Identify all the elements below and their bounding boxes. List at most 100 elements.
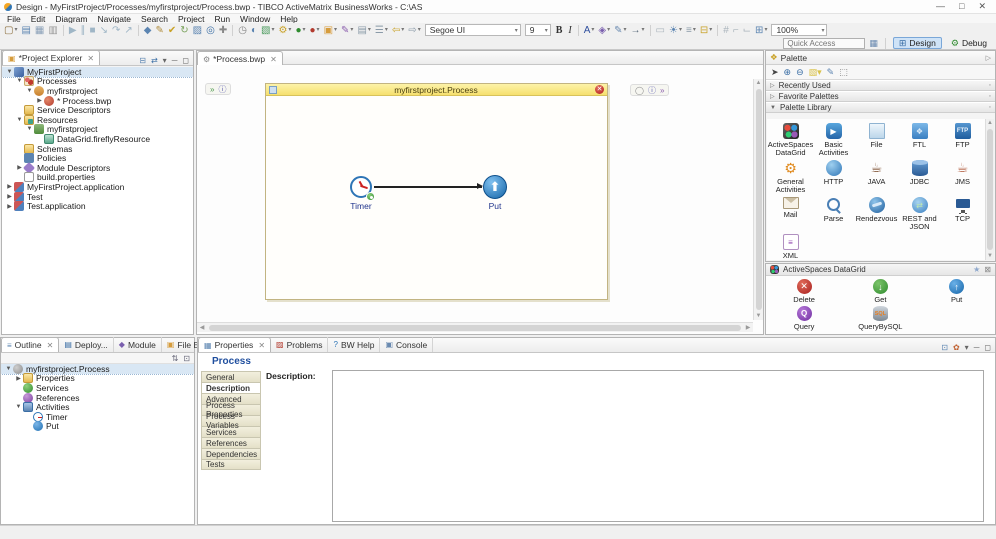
explorer-item-10[interactable]: ▶Module Descriptors bbox=[2, 163, 193, 173]
palette-item-rest[interactable]: ⇄REST and JSON bbox=[898, 197, 941, 231]
hscroll-thumb[interactable] bbox=[209, 325, 741, 331]
outline-tab-module[interactable]: ◆Module bbox=[114, 337, 162, 352]
properties-nav-references[interactable]: References bbox=[201, 437, 261, 448]
menu-edit[interactable]: Edit bbox=[26, 14, 51, 24]
view-menu-icon[interactable]: ▾ bbox=[965, 343, 969, 352]
explorer-item-8[interactable]: Schemas bbox=[2, 144, 193, 154]
menu-window[interactable]: Window bbox=[235, 14, 275, 24]
web-service-icon[interactable]: ◐ bbox=[249, 24, 259, 37]
shared-modules-icon[interactable]: ✚ bbox=[217, 24, 229, 37]
section-pin-icon[interactable]: ◦ bbox=[989, 82, 991, 89]
process-close-icon[interactable]: ✕ bbox=[595, 85, 604, 94]
circle-tool-icon[interactable]: ◯ bbox=[635, 86, 644, 95]
explorer-item-12[interactable]: ▶MyFirstProject.application bbox=[2, 182, 193, 192]
copy-appearance-icon[interactable]: ▭ bbox=[654, 24, 667, 37]
palette-scrollbar[interactable]: ▲ ▼ bbox=[985, 119, 994, 260]
tag-tool-icon[interactable]: ✎ bbox=[827, 67, 835, 78]
modules-icon[interactable]: ▨ bbox=[191, 24, 204, 37]
minimize-view-icon[interactable]: ─ bbox=[974, 343, 980, 352]
maximize-view-icon[interactable]: ◻ bbox=[984, 343, 991, 352]
refresh-icon[interactable]: ↻ bbox=[178, 24, 190, 37]
sort-icon[interactable]: ⇅ bbox=[172, 354, 179, 363]
order-icon[interactable]: ⊟▾ bbox=[698, 24, 714, 37]
scroll-right-icon[interactable]: ▶ bbox=[743, 324, 753, 332]
datagrid-item-get[interactable]: ↓Get bbox=[842, 279, 918, 304]
explorer-item-3[interactable]: ▶* Process.bwp bbox=[2, 96, 193, 106]
outline-item-3[interactable]: References bbox=[1, 393, 194, 403]
open-folder-icon[interactable]: ▣▾ bbox=[322, 24, 339, 37]
info-icon[interactable]: ⓘ bbox=[218, 84, 226, 95]
palette-item-ftl[interactable]: ❖FTL bbox=[898, 123, 941, 157]
font-size-select[interactable]: 9▾ bbox=[525, 24, 551, 36]
canvas-hscrollbar[interactable]: ◀ ▶ bbox=[197, 322, 753, 332]
editor-tab-process[interactable]: ⚙ *Process.bwp ✕ bbox=[197, 51, 283, 66]
properties-nav-general[interactable]: General bbox=[201, 371, 261, 382]
activity-node-put[interactable]: ⬆ bbox=[483, 175, 507, 199]
minimize-button[interactable]: — bbox=[936, 1, 945, 12]
datagrid-item-put[interactable]: ↑Put bbox=[919, 279, 995, 304]
palette-header[interactable]: ❖ Palette ▷ bbox=[766, 51, 995, 65]
menu-diagram[interactable]: Diagram bbox=[50, 14, 92, 24]
save-icon[interactable]: ▤ bbox=[19, 24, 32, 37]
match-size-icon[interactable]: ⌐ bbox=[731, 24, 741, 37]
menu-help[interactable]: Help bbox=[275, 14, 302, 24]
collapse-all-icon[interactable]: ⊟ bbox=[139, 56, 146, 65]
properties-tab-problems[interactable]: ▨Problems bbox=[271, 337, 328, 352]
zoom-level-select[interactable]: 100%▾ bbox=[771, 24, 827, 36]
palette-item-http[interactable]: HTTP bbox=[812, 160, 855, 194]
tree-open-arrow-icon[interactable]: ▼ bbox=[4, 366, 13, 372]
transition-arrow[interactable] bbox=[374, 186, 482, 188]
menu-search[interactable]: Search bbox=[136, 14, 173, 24]
tree-closed-arrow-icon[interactable]: ▶ bbox=[35, 97, 44, 104]
outline-item-0[interactable]: ▼myfirstproject.Process bbox=[1, 364, 194, 374]
properties-nav-process-variables[interactable]: Process Variables bbox=[201, 415, 261, 426]
tree-closed-arrow-icon[interactable]: ▶ bbox=[5, 193, 14, 200]
menu-navigate[interactable]: Navigate bbox=[92, 14, 136, 24]
explorer-item-6[interactable]: ▼myfirstproject bbox=[2, 125, 193, 135]
expand-tool-icon[interactable]: » bbox=[660, 86, 664, 95]
outline-item-4[interactable]: ▼Activities bbox=[1, 402, 194, 412]
outline-item-2[interactable]: Services bbox=[1, 383, 194, 393]
explorer-item-2[interactable]: ▼myfirstproject bbox=[2, 86, 193, 96]
explorer-item-1[interactable]: ▼Processes bbox=[2, 77, 193, 87]
explorer-item-0[interactable]: ▼MyFirstProject bbox=[2, 67, 193, 77]
properties-nav-description[interactable]: Description bbox=[201, 382, 261, 393]
step-into-icon[interactable]: ↘ bbox=[98, 24, 110, 37]
debug-view-icon[interactable]: ◆ bbox=[142, 24, 154, 37]
properties-tab-help[interactable]: ?BW Help bbox=[328, 337, 380, 352]
autosize-icon[interactable]: ⌙ bbox=[741, 24, 753, 37]
checklist-icon[interactable]: ▤▾ bbox=[355, 24, 372, 37]
note-tool-icon[interactable]: ▧▾ bbox=[809, 67, 822, 78]
palette-item-file[interactable]: File bbox=[855, 123, 898, 157]
process-header[interactable]: myfirstproject.Process ✕ bbox=[266, 84, 607, 96]
palette-item-ftp[interactable]: FTPFTP bbox=[941, 123, 984, 157]
zoom-in-icon[interactable]: ⊕ bbox=[784, 67, 792, 78]
explorer-item-14[interactable]: ▶Test.application bbox=[2, 201, 193, 211]
explorer-item-11[interactable]: build.properties bbox=[2, 173, 193, 183]
open-new-view-icon[interactable]: ⊡ bbox=[941, 343, 948, 352]
perspective-debug-button[interactable]: ⚙ Debug bbox=[946, 37, 992, 49]
datagrid-item-query[interactable]: QQuery bbox=[766, 306, 842, 331]
tree-open-arrow-icon[interactable]: ▼ bbox=[25, 88, 34, 94]
minimize-view-icon[interactable]: ─ bbox=[172, 56, 178, 65]
quick-access-input[interactable] bbox=[783, 38, 865, 49]
vscroll-thumb[interactable] bbox=[756, 89, 762, 310]
tree-open-arrow-icon[interactable]: ▼ bbox=[15, 117, 24, 123]
process-scope-box[interactable]: myfirstproject.Process ✕ ⬆ Timer Put bbox=[265, 83, 608, 300]
scroll-up-icon[interactable]: ▲ bbox=[754, 79, 764, 87]
run-links-icon[interactable]: » bbox=[210, 85, 214, 94]
menu-file[interactable]: File bbox=[2, 14, 26, 24]
open-perspective-icon[interactable]: ▦ bbox=[869, 38, 878, 49]
outline-item-5[interactable]: Timer bbox=[1, 412, 194, 422]
timer-tool-icon[interactable]: ◷ bbox=[236, 24, 249, 37]
maximize-view-icon[interactable]: ◻ bbox=[182, 56, 189, 65]
run-icon[interactable]: ●▾ bbox=[293, 24, 307, 37]
palette-item-basic[interactable]: ▶Basic Activities bbox=[812, 123, 855, 157]
explorer-item-4[interactable]: Service Descriptors bbox=[2, 105, 193, 115]
pin-view-icon[interactable]: ✿ bbox=[953, 343, 960, 352]
explorer-item-5[interactable]: ▼Resources bbox=[2, 115, 193, 125]
select-tool-icon[interactable]: ➤ bbox=[771, 67, 779, 78]
mapper-icon[interactable]: ✎ bbox=[153, 24, 165, 37]
profile-icon[interactable]: ●▾ bbox=[308, 24, 322, 37]
section-pin-icon[interactable]: ◦ bbox=[989, 93, 991, 100]
